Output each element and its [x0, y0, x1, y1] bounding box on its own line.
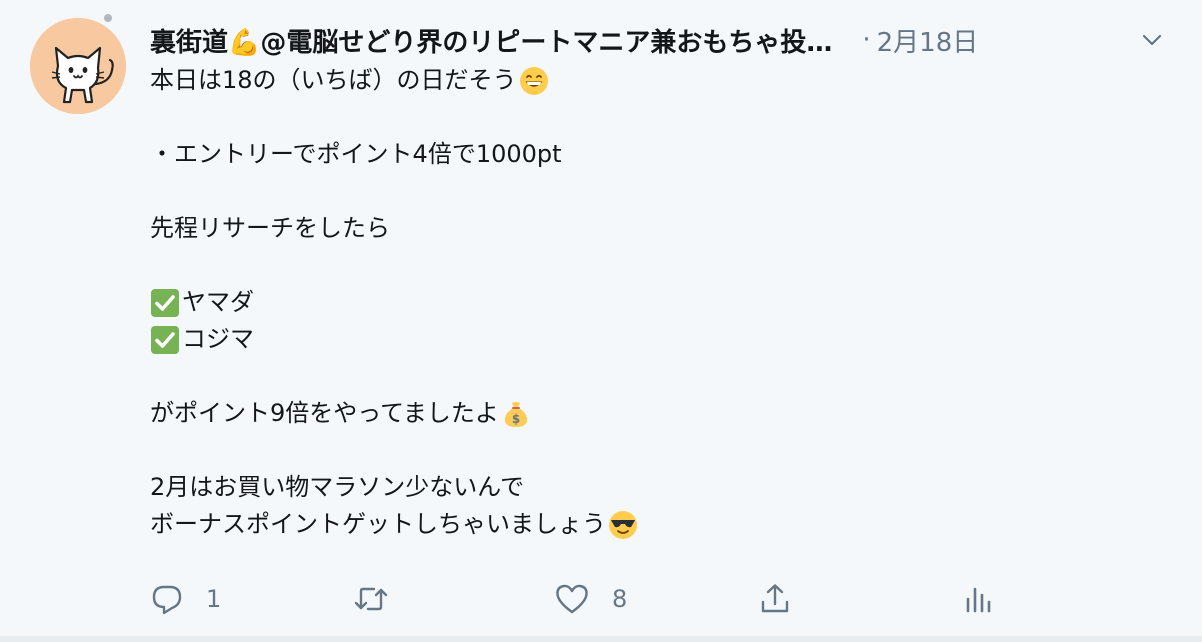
tweet-line-text: 先程リサーチをしたら — [150, 214, 390, 242]
more-options-button[interactable] — [1132, 22, 1172, 58]
tweet-line: ・エントリーでポイント4倍で1000pt — [150, 136, 1160, 173]
display-name[interactable]: 裏街道💪@電脳せどり界のリピートマニア兼おもちゃ投… — [150, 22, 832, 59]
tweet-line-text: 2月はお買い物マラソン少ないんで — [150, 473, 525, 501]
tweet-line: 2月はお買い物マラソン少ないんで — [150, 469, 1160, 506]
avatar[interactable] — [30, 18, 126, 114]
tweet-line — [150, 173, 1160, 210]
tweet-divider — [0, 636, 1202, 642]
money-bag-emoji-icon: $ — [504, 401, 527, 427]
svg-text:$: $ — [512, 412, 520, 426]
header-separator: · — [862, 25, 871, 55]
analytics-button[interactable] — [960, 574, 994, 624]
retweet-button[interactable] — [352, 574, 412, 624]
tweet-line — [150, 99, 1160, 136]
tweet-line-text: ボーナスポイントゲットしちゃいましょう — [150, 510, 606, 538]
timestamp[interactable]: 2月18日 — [877, 22, 979, 59]
tweet-line — [150, 358, 1160, 395]
tweet-text: 本日は18の（いちば）の日だそう ・エントリーでポイント4倍で1000pt 先程… — [150, 62, 1160, 543]
tweet-header: 裏街道💪@電脳せどり界のリピートマニア兼おもちゃ投… · 2月18日 — [150, 18, 1172, 62]
reply-button[interactable]: 1 — [150, 574, 221, 624]
tweet-line — [150, 432, 1160, 469]
retweet-icon — [354, 587, 388, 611]
like-button[interactable]: 8 — [554, 574, 627, 624]
avatar-badge-dot — [104, 14, 112, 22]
share-button[interactable] — [758, 574, 792, 624]
reply-icon — [152, 585, 182, 615]
tweet-line: 先程リサーチをしたら — [150, 210, 1160, 247]
tweet-line-text: コジマ — [182, 325, 254, 353]
tweet[interactable]: 裏街道💪@電脳せどり界のリピートマニア兼おもちゃ投… · 2月18日 本日は18… — [0, 0, 1202, 642]
tweet-line: コジマ — [150, 321, 1160, 358]
like-count: 8 — [612, 585, 628, 613]
heart-icon — [556, 584, 588, 614]
check-mark-emoji-icon — [151, 288, 179, 317]
tweet-line: ボーナスポイントゲットしちゃいましょう — [150, 506, 1160, 543]
share-icon — [761, 584, 789, 613]
tweet-line: ヤマダ — [150, 284, 1160, 321]
tweet-line: 本日は18の（いちば）の日だそう — [150, 62, 1160, 99]
chevron-down-icon — [1142, 34, 1162, 46]
tweet-actions: 1 8 — [150, 574, 1030, 624]
grin-emoji-icon — [519, 66, 548, 95]
sunglasses-emoji-icon — [609, 510, 637, 539]
tweet-line-text: 本日は18の（いちば）の日だそう — [150, 66, 517, 94]
tweet-line-text: がポイント9倍をやってましたよ — [150, 399, 499, 427]
analytics-icon — [966, 587, 991, 613]
check-mark-emoji-icon — [151, 325, 179, 354]
tweet-line — [150, 247, 1160, 284]
tweet-line-text: ヤマダ — [182, 288, 254, 316]
cat-avatar-icon — [30, 18, 126, 114]
tweet-line-text: ・エントリーでポイント4倍で1000pt — [150, 140, 562, 168]
tweet-line: がポイント9倍をやってましたよ $ — [150, 395, 1160, 432]
reply-count: 1 — [206, 585, 222, 613]
